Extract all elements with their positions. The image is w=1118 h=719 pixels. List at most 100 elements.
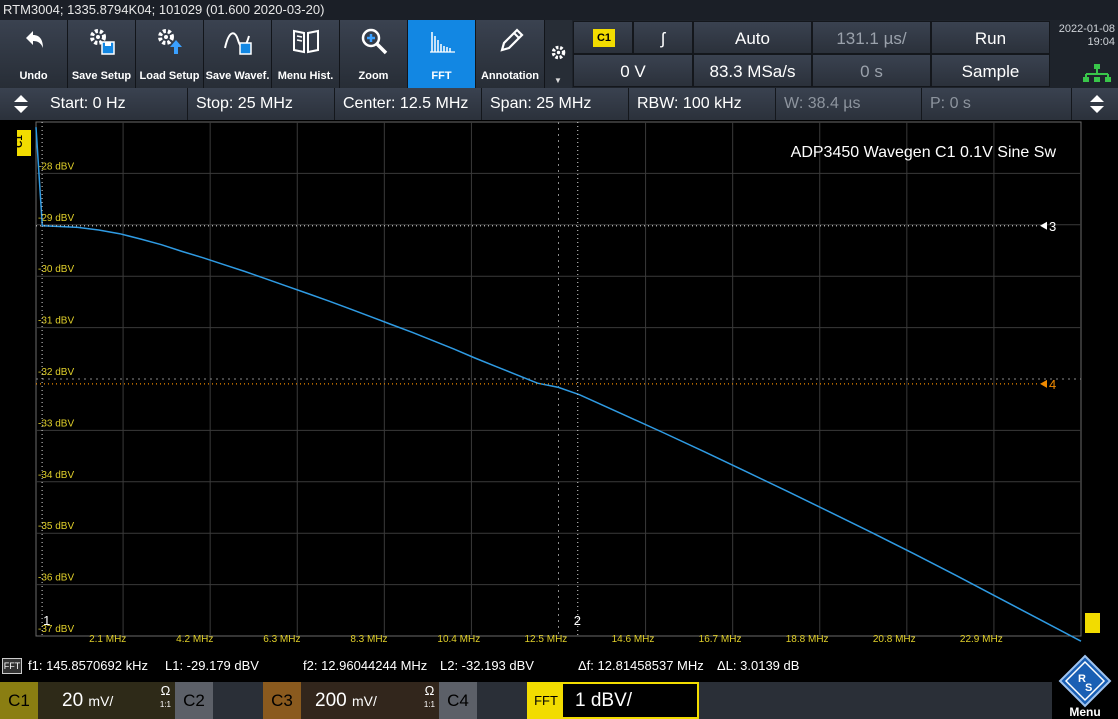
trigger-mode[interactable]: Auto <box>693 21 812 54</box>
cursor-3-arrow-icon <box>1040 221 1047 230</box>
frequency-bar: Start: 0 Hz Stop: 25 MHz Center: 12.5 MH… <box>0 88 1118 120</box>
channel-c4-label: C4 <box>439 682 477 719</box>
annotation-label: Annotation <box>480 70 540 82</box>
channel-c4[interactable]: C4 <box>439 682 527 719</box>
zoom-label: Zoom <box>358 70 389 82</box>
x-tick-label: 18.8 MHz <box>786 634 829 645</box>
clock: 2022-01-08 19:04 <box>1052 20 1118 54</box>
toolbar-settings-button[interactable]: ▼ <box>545 20 572 88</box>
x-tick-label: 12.5 MHz <box>525 634 568 645</box>
chevron-down-icon: ▼ <box>554 76 562 85</box>
trigger-level[interactable]: 0 V <box>573 54 693 87</box>
cursor-delta-l: ΔL: 3.0139 dB <box>717 658 800 673</box>
channel-c2-label: C2 <box>175 682 213 719</box>
channel-marker-label: C1 <box>13 135 25 148</box>
fft-stop[interactable]: Stop: 25 MHz <box>188 88 335 120</box>
cursor-f1: f1: 145.8570692 kHz <box>28 658 148 673</box>
menu-hist-button[interactable]: Menu Hist. <box>272 20 340 88</box>
fft-label: FFT <box>431 70 452 82</box>
annotation-text: ADP3450 Wavegen C1 0.1V Sine Sw <box>791 144 1057 161</box>
pencil-icon <box>500 28 524 52</box>
x-tick-label: 20.8 MHz <box>873 634 916 645</box>
fft-span[interactable]: Span: 25 MHz <box>482 88 629 120</box>
channel-c3-impedance: Ω 1:1 <box>423 683 435 710</box>
cursor-1-label: 1 <box>43 613 50 628</box>
y-tick-label: -35 dBV <box>38 521 74 532</box>
cursor-measurement-bar: FFT f1: 145.8570692 kHz L1: -29.179 dBV … <box>0 654 1118 678</box>
y-tick-label: -29 dBV <box>38 213 74 224</box>
x-tick-label: 6.3 MHz <box>263 634 300 645</box>
cursor-l1: L1: -29.179 dBV <box>165 658 259 673</box>
network-icon <box>1083 64 1111 82</box>
fft-position[interactable]: P: 0 s <box>922 88 1072 120</box>
zoom-button[interactable]: Zoom <box>340 20 408 88</box>
cursor-4-arrow-icon <box>1040 379 1047 388</box>
y-tick-label: -33 dBV <box>38 418 74 429</box>
cursor-4-label: 4 <box>1049 377 1056 392</box>
fft-rbw[interactable]: RBW: 100 kHz <box>629 88 776 120</box>
undo-icon <box>26 31 43 48</box>
scale-indicator-right <box>1085 613 1100 633</box>
zoom-icon <box>361 28 388 55</box>
book-icon <box>293 29 319 54</box>
channel-c2[interactable]: C2 <box>175 682 263 719</box>
fft-plot[interactable]: -28 dBV -29 dBV -30 dBV -31 dBV -32 dBV -33 d… <box>0 120 1118 650</box>
channel-c3[interactable]: C3 200 mV/ Ω 1:1 <box>263 682 439 719</box>
x-tick-label: 2.1 MHz <box>89 634 126 645</box>
save-waveform-button[interactable]: Save Wavef. <box>204 20 272 88</box>
y-tick-label: -28 dBV <box>38 161 74 172</box>
menu-hist-label: Menu Hist. <box>277 70 334 82</box>
annotation-button[interactable]: Annotation <box>476 20 545 88</box>
fft-badge: FFT <box>2 658 22 674</box>
cursor-2-label: 2 <box>574 613 581 628</box>
load-setup-icon <box>158 29 182 54</box>
horizontal-scale[interactable]: 131.1 µs/ <box>812 21 931 54</box>
save-setup-label: Save Setup <box>71 70 132 82</box>
fft-center[interactable]: Center: 12.5 MHz <box>335 88 482 120</box>
clock-time: 19:04 <box>1087 36 1115 48</box>
fft-button[interactable]: FFT <box>408 20 476 88</box>
load-setup-button[interactable]: Load Setup <box>136 20 204 88</box>
run-state[interactable]: Run <box>931 21 1050 54</box>
undo-button[interactable]: Undo <box>0 20 68 88</box>
channel-marker-c1[interactable]: C1 <box>13 130 31 156</box>
instrument-title: RTM3004; 1335.8794K04; 101029 (01.600 20… <box>3 2 325 17</box>
cursor-3-label: 3 <box>1049 219 1056 234</box>
gear-icon <box>551 45 566 60</box>
x-tick-label: 22.9 MHz <box>960 634 1003 645</box>
x-tick-label: 16.7 MHz <box>699 634 742 645</box>
scroll-right-updown-icon[interactable] <box>1084 91 1110 117</box>
fft-plot-svg: -28 dBV -29 dBV -30 dBV -31 dBV -32 dBV -33 d… <box>35 121 1082 645</box>
rohde-schwarz-logo-icon: R S <box>1058 654 1112 708</box>
y-tick-label: -32 dBV <box>38 367 74 378</box>
channel-c1-scale: 20 mV/ <box>62 690 114 711</box>
trigger-slope[interactable]: ʃ <box>633 21 693 54</box>
menu-button[interactable]: R S Menu <box>1052 648 1118 719</box>
cursor-f2: f2: 12.96044244 MHz <box>303 658 428 673</box>
sample-rate: 83.3 MSa/s <box>693 54 812 87</box>
save-setup-icon <box>90 29 115 55</box>
channel-fft[interactable]: FFT 1 dBV/ <box>527 682 699 719</box>
clock-date: 2022-01-08 <box>1058 23 1115 35</box>
scroll-left-updown-icon[interactable] <box>8 91 34 117</box>
fft-spectrum-icon <box>430 32 455 53</box>
y-tick-label: -36 dBV <box>38 573 74 584</box>
acquisition-mode[interactable]: Sample <box>931 54 1050 87</box>
menu-label: Menu <box>1069 705 1101 719</box>
channel-c1[interactable]: C1 20 mV/ Ω 1:1 <box>0 682 175 719</box>
trigger-source-cell[interactable]: C1 <box>573 21 633 54</box>
channel-fft-label: FFT <box>529 684 563 717</box>
save-setup-button[interactable]: Save Setup <box>68 20 136 88</box>
channel-fft-scale: 1 dBV/ <box>575 690 633 711</box>
y-tick-label: -30 dBV <box>38 264 74 275</box>
fft-start[interactable]: Start: 0 Hz <box>42 88 188 120</box>
undo-label: Undo <box>19 70 48 82</box>
cursor-delta-f: Δf: 12.81458537 MHz <box>578 658 704 673</box>
svg-text:S: S <box>1085 682 1092 694</box>
y-tick-label: -34 dBV <box>38 470 74 481</box>
cursor-l2: L2: -32.193 dBV <box>440 658 534 673</box>
channel-c1-label: C1 <box>0 682 38 719</box>
fft-window[interactable]: W: 38.4 µs <box>776 88 922 120</box>
title-bar: RTM3004; 1335.8794K04; 101029 (01.600 20… <box>0 0 1118 20</box>
horizontal-position[interactable]: 0 s <box>812 54 931 87</box>
